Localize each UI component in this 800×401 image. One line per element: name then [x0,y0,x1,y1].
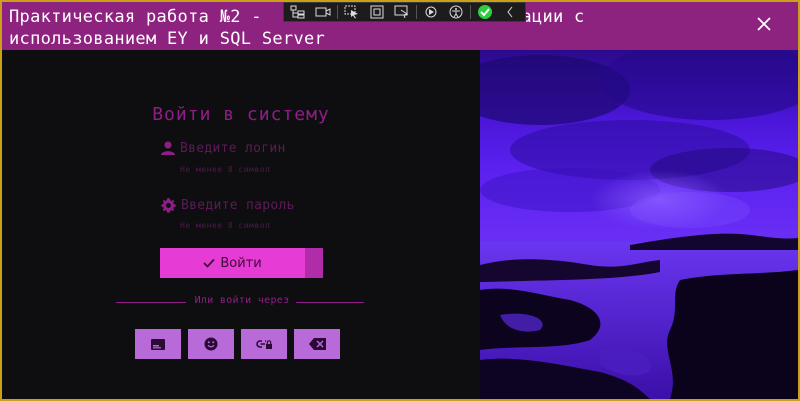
login-button-label: Войти [220,255,262,271]
toolbar-separator [416,5,417,19]
toolbar-separator [470,5,471,19]
select-element-icon[interactable] [341,3,363,21]
login-panel: Войти в систему Введите логин Не менее 8… [2,50,480,399]
divider-right [296,302,364,303]
social-login-smile-button[interactable] [188,329,234,359]
devtools-toolbar [283,2,526,22]
landscape-image [480,50,798,399]
check-status-icon[interactable] [474,3,496,21]
smile-icon [204,337,218,351]
record-icon[interactable] [312,3,334,21]
link-lock-icon [255,340,272,349]
close-icon [757,17,771,31]
track-focus-icon[interactable] [391,3,413,21]
social-login-link-button[interactable] [241,329,287,359]
password-field[interactable]: Введите пароль [160,197,295,214]
login-button[interactable]: Войти [160,248,305,278]
password-field-label: Введите пароль [181,198,295,213]
close-button[interactable] [752,14,776,38]
login-button-extension[interactable] [305,248,323,278]
checkmark-icon [203,258,215,268]
layout-adorner-icon[interactable] [366,3,388,21]
divider-left [116,302,186,303]
hot-reload-icon[interactable] [420,3,442,21]
toolbar-separator [337,5,338,19]
social-login-backspace-button[interactable] [294,329,340,359]
login-hint: Не менее 8 символ [180,165,271,174]
divider-text: Или войти через [194,295,290,306]
window-title-line2: использованием EY и SQL Server [9,29,326,49]
purple-seascape-picture [480,50,798,399]
login-heading: Войти в систему [152,104,330,125]
login-field-label: Введите логин [180,140,286,156]
login-field[interactable]: Введите логин [160,140,286,156]
backspace-icon [308,338,326,350]
password-hint: Не менее 8 символ [180,221,271,230]
card-icon [151,338,165,350]
collapse-chevron-icon[interactable] [499,3,521,21]
user-icon [161,141,175,155]
social-login-card-button[interactable] [135,329,181,359]
gear-icon [161,198,176,213]
accessibility-icon[interactable] [445,3,467,21]
live-visual-tree-icon[interactable] [287,3,309,21]
